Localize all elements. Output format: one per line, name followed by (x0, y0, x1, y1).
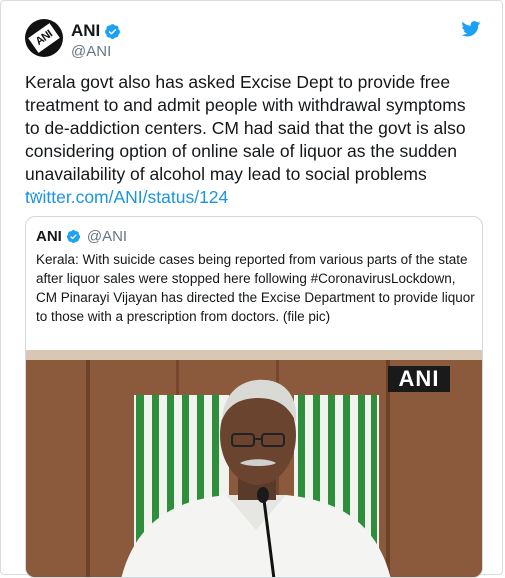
quoted-tweet-image[interactable]: ANI (26, 350, 482, 577)
quoted-tweet-header: ANI @ANI (36, 228, 127, 245)
author-name[interactable]: ANI (71, 21, 100, 41)
tweet-body: Kerala govt also has asked Excise Dept t… (25, 71, 485, 209)
link-ellipsis[interactable]: … (25, 180, 42, 197)
quoted-author-handle: @ANI (86, 228, 128, 245)
verified-badge-icon (66, 229, 80, 244)
twitter-bird-icon[interactable] (461, 21, 481, 37)
avatar-logo-text: ANI (28, 23, 60, 53)
author-name-row[interactable]: ANI (71, 21, 121, 41)
tweet-text: Kerala govt also has asked Excise Dept t… (25, 72, 466, 184)
avatar[interactable]: ANI (25, 19, 63, 57)
author-handle[interactable]: @ANI (71, 43, 111, 60)
image-watermark: ANI (388, 366, 450, 392)
quoted-tweet-text: Kerala: With suicide cases being reporte… (36, 252, 475, 324)
tweet-card: ANI ANI @ANI Kerala govt also has asked … (0, 0, 503, 578)
quoted-tweet[interactable]: ANI @ANI Kerala: With suicide cases bein… (25, 216, 483, 578)
tweet-link[interactable]: twitter.com/ANI/status/124 (25, 187, 228, 207)
verified-badge-icon (105, 23, 121, 39)
quoted-author-name: ANI (36, 228, 62, 245)
